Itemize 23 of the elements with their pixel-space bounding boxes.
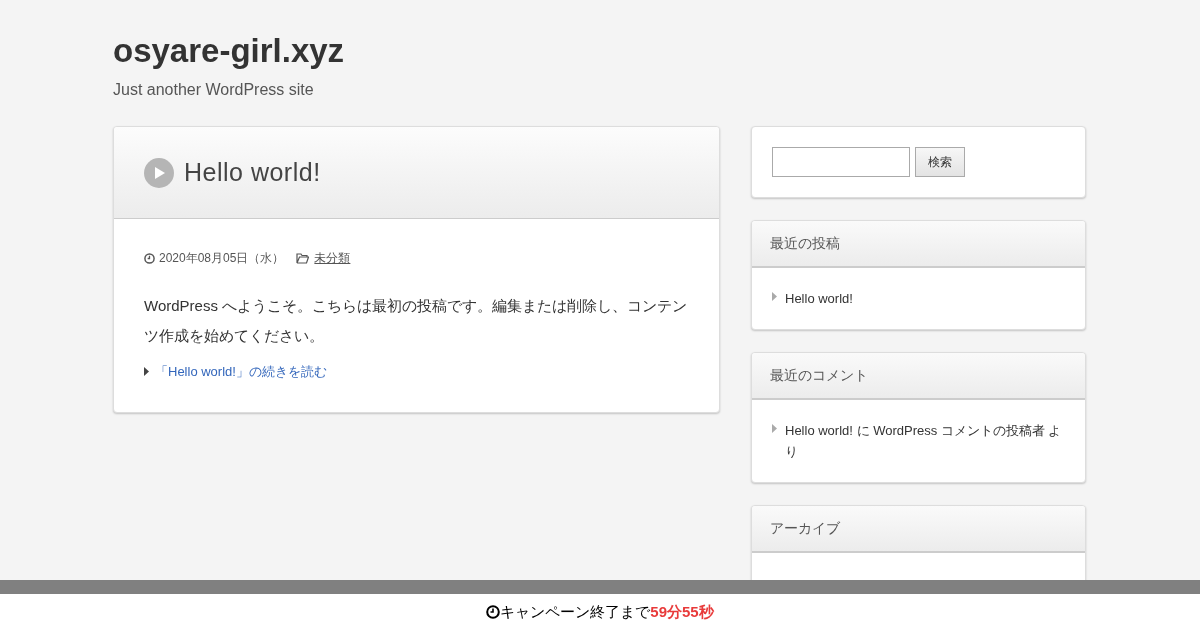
clock-icon	[486, 605, 501, 619]
search-field[interactable]	[772, 147, 910, 177]
search-button[interactable]: 検索	[915, 147, 965, 177]
site-title[interactable]: osyare-girl.xyz	[113, 32, 345, 70]
category-link[interactable]: 未分類	[314, 249, 351, 267]
post-date: 2020年08月05日（水）	[159, 250, 285, 267]
post-body: WordPress へようこそ。こちらは最初の投稿です。編集または削除し、コンテンツ作成を始めてください。	[144, 296, 689, 346]
widget-title: アーカイブ	[752, 506, 1085, 553]
play-icon	[144, 157, 174, 188]
widget-link[interactable]: Hello world!	[785, 288, 853, 309]
triangle-icon	[772, 292, 777, 301]
triangle-icon	[144, 367, 149, 377]
countdown-label: キャンペーン終了まで	[500, 601, 651, 622]
read-more-link[interactable]: 「Hello world!」の続きを読む	[155, 362, 327, 382]
widget-title: 最近のコメント	[752, 353, 1085, 400]
folder-icon	[296, 252, 310, 264]
widget-title: 最近の投稿	[752, 221, 1085, 268]
widget-link[interactable]: Hello world! に WordPress コメントの投稿者 より	[785, 420, 1065, 462]
triangle-icon	[772, 424, 777, 433]
clock-icon	[144, 252, 155, 264]
post-title[interactable]: Hello world!	[184, 153, 321, 192]
site-tagline: Just another WordPress site	[113, 80, 314, 100]
countdown-timer: 59分55秒	[650, 601, 714, 622]
